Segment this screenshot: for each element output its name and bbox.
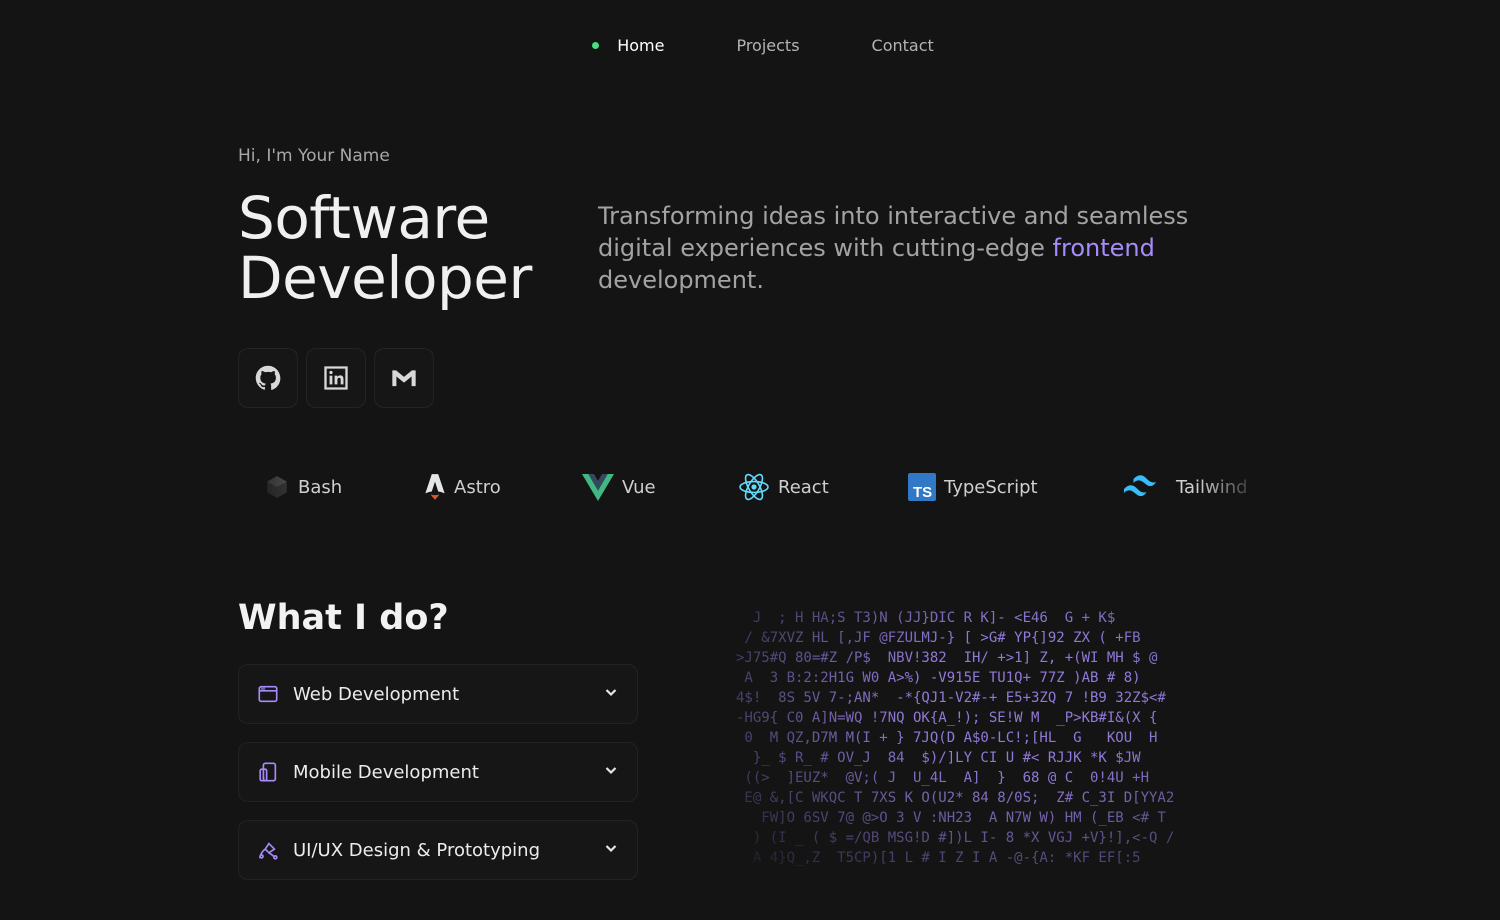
nav-links: Home Projects Contact: [592, 36, 934, 55]
tech-label: Vue: [622, 476, 656, 498]
matrix-line: ) (I _ ( $ =/QB MSG!D #])L I- 8 *X VGJ +…: [736, 830, 1175, 846]
vue-icon: [582, 474, 614, 501]
matrix-line: }_ $ R_ # OV_J 84 $)/]LY CI U #< RJJK *K…: [736, 750, 1141, 766]
typescript-icon: TS: [908, 473, 936, 501]
gmail-icon: [392, 370, 416, 387]
matrix-text-animation: J ; H HA;S T3)N (JJ}DIC R K]- <E46 G + K…: [736, 608, 1266, 878]
tech-item-typescript: TS TypeScript: [908, 466, 1038, 508]
social-links: [238, 348, 434, 408]
page-title: Software Developer: [238, 188, 532, 308]
services-accordion: Web Development Mobile Development UI/UX…: [238, 664, 638, 898]
accordion-item-mobile-development[interactable]: Mobile Development: [238, 742, 638, 802]
tagline-accent: frontend: [1052, 234, 1155, 262]
gmail-button[interactable]: [374, 348, 434, 408]
title-line-2: Developer: [238, 244, 532, 312]
greeting-text: Hi, I'm Your Name: [238, 146, 390, 166]
nav-item-label: Contact: [871, 36, 934, 55]
design-pen-icon: [257, 839, 279, 861]
top-nav: Home Projects Contact: [0, 36, 1500, 55]
active-indicator-dot: [592, 42, 600, 49]
matrix-line: -HG9{ C0 A]N=WQ !7NQ OK{A_!); SE!W M _P>…: [736, 710, 1158, 726]
accordion-label: Mobile Development: [293, 761, 479, 783]
accordion-item-uiux-design[interactable]: UI/UX Design & Prototyping: [238, 820, 638, 880]
tech-stack-marquee: Bash Astro Vue React TS TypeScript Tailw…: [238, 466, 1262, 508]
tech-item-astro: Astro: [424, 466, 501, 508]
nav-item-projects[interactable]: Projects: [736, 36, 799, 55]
mobile-device-icon: [257, 761, 279, 783]
tech-label: TypeScript: [944, 476, 1038, 498]
tech-item-bash: Bash: [264, 466, 342, 508]
svg-text:TS: TS: [913, 484, 932, 501]
browser-window-icon: [257, 683, 279, 705]
nav-item-label: Projects: [736, 36, 800, 55]
matrix-line: 4$! 8S 5V 7-;AN* -*{QJ1-V2#-+ E5+3ZQ 7 !…: [736, 690, 1166, 706]
tech-label: Tailwind: [1176, 476, 1248, 498]
bash-icon: [267, 476, 287, 498]
tech-label: Bash: [298, 476, 343, 498]
matrix-line: FW]O 6SV 7@ @>O 3 V :NH23 A N7W W) HM (_…: [736, 810, 1166, 826]
tech-item-tailwind: Tailwind: [1122, 466, 1248, 508]
github-icon: [255, 365, 281, 390]
nav-item-label: Home: [617, 36, 665, 55]
matrix-line: E@ &,[C WKQC T 7XS K O(U2* 84 8/0S; Z# C…: [736, 790, 1175, 806]
github-button[interactable]: [238, 348, 298, 408]
chevron-down-icon: [603, 840, 619, 860]
accordion-item-web-development[interactable]: Web Development: [238, 664, 638, 724]
matrix-line: A 3 B:2:2H1G W0 A>%) -V915E TU1Q+ 77Z )A…: [736, 670, 1141, 686]
chevron-down-icon: [603, 762, 619, 782]
tech-label: React: [778, 476, 829, 498]
matrix-line: J ; H HA;S T3)N (JJ}DIC R K]- <E46 G + K…: [736, 610, 1116, 626]
tagline-text-end: development.: [598, 266, 764, 294]
matrix-line: ((> ]EUZ* @V;( J U_4L A] } 68 @ C 0!4U +…: [736, 770, 1150, 786]
tech-label: Astro: [454, 476, 501, 498]
tech-item-vue: Vue: [582, 466, 656, 508]
title-line-1: Software: [238, 184, 490, 252]
matrix-line: / &7XVZ HL [,JF @FZULMJ-} [ >G# YP{]92 Z…: [736, 630, 1141, 646]
accordion-label: Web Development: [293, 683, 460, 705]
matrix-line: 0 M QZ,D7M M(I + } 7JQ(D A$0-LC!;[HL G K…: [736, 730, 1158, 746]
nav-item-home[interactable]: Home: [592, 36, 664, 55]
astro-icon: [425, 474, 445, 500]
tailwind-icon: [1124, 475, 1156, 497]
hero-tagline: Transforming ideas into interactive and …: [598, 200, 1218, 296]
accordion-label: UI/UX Design & Prototyping: [293, 839, 540, 861]
matrix-line: A 4}Q_,Z T5CP)[1 L # I Z I A -@-{A: *KF …: [736, 850, 1150, 866]
portfolio-page: Home Projects Contact Hi, I'm Your Name …: [0, 0, 1500, 920]
section-title: What I do?: [238, 598, 449, 638]
linkedin-button[interactable]: [306, 348, 366, 408]
react-icon: [739, 473, 769, 501]
chevron-down-icon: [603, 684, 619, 704]
tech-item-react: React: [738, 466, 829, 508]
matrix-line: >J75#Q 80=#Z /P$ NBV!382 IH/ +>1] Z, +(W…: [736, 650, 1158, 666]
nav-item-contact[interactable]: Contact: [872, 36, 934, 55]
linkedin-icon: [324, 366, 348, 390]
